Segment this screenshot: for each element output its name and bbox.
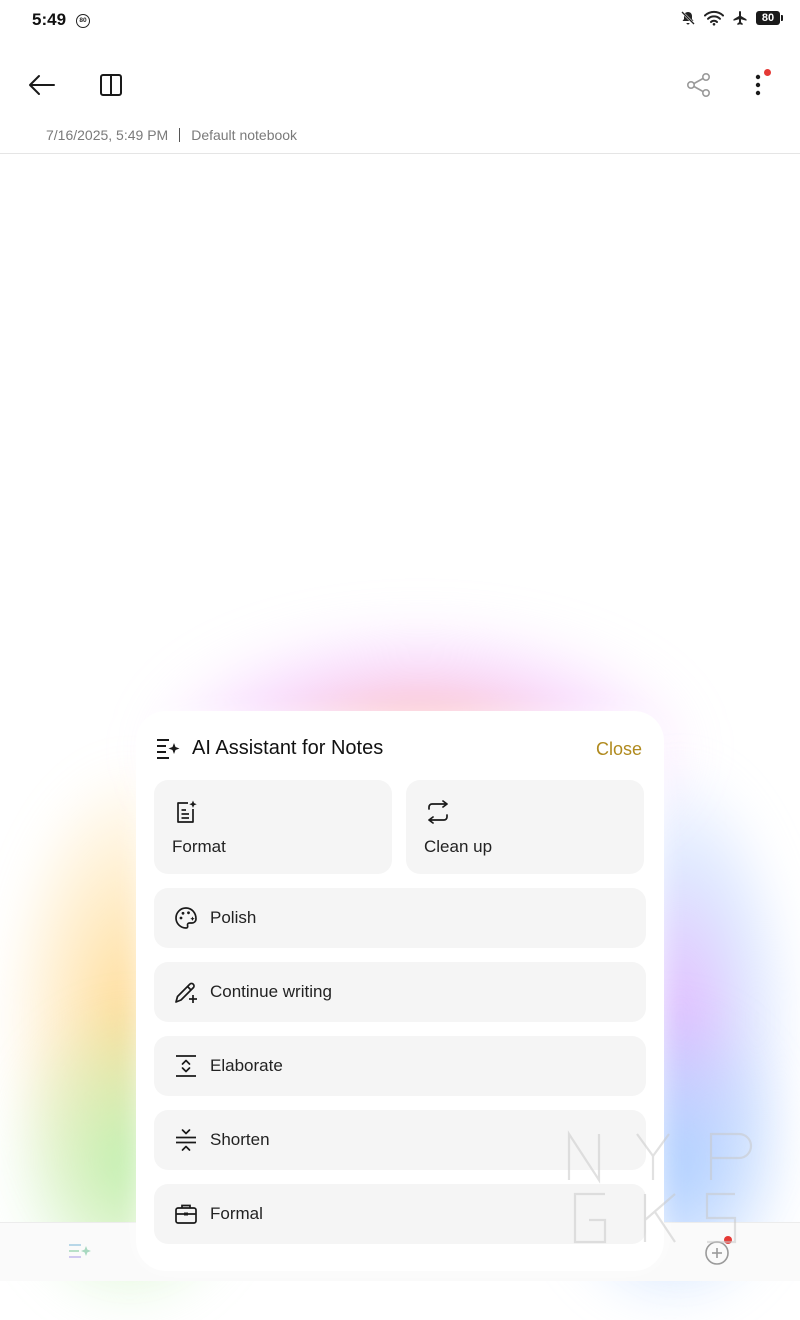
continue-writing-button[interactable]: Continue writing: [154, 962, 646, 1022]
airplane-icon: [733, 11, 747, 25]
clean-up-label: Clean up: [424, 837, 493, 856]
ai-assistant-icon[interactable]: [66, 1239, 92, 1265]
clean-up-icon: [428, 800, 448, 824]
expand-icon: [176, 1055, 196, 1077]
briefcase-icon: [175, 1204, 197, 1224]
shorten-label: Shorten: [210, 1130, 270, 1149]
status-icons: 80: [680, 10, 783, 26]
back-button[interactable]: [17, 60, 67, 110]
split-view-icon: [100, 74, 122, 96]
pencil-plus-icon: [175, 982, 197, 1003]
polish-label: Polish: [210, 908, 257, 927]
note-toolbar: [0, 60, 800, 110]
wifi-icon: [704, 10, 724, 26]
status-badge: 80: [76, 14, 90, 28]
arrow-left-icon: [29, 75, 55, 95]
muted-bell-icon: [681, 11, 695, 25]
ai-panel-title: AI Assistant for Notes: [192, 737, 384, 759]
polish-button[interactable]: Polish: [154, 888, 646, 948]
clean-up-button[interactable]: Clean up: [406, 780, 644, 874]
format-icon: [177, 800, 197, 823]
watermark-logo: [567, 1130, 753, 1244]
status-bar: 5:49 80 80: [0, 0, 800, 44]
ai-panel-header: AI Assistant for Notes Close: [136, 711, 664, 785]
note-datetime: 7/16/2025, 5:49 PM: [46, 127, 169, 143]
note-meta: 7/16/2025, 5:49 PM Default notebook: [46, 127, 297, 143]
more-options-button[interactable]: [733, 60, 783, 110]
compress-icon: [176, 1129, 196, 1151]
palette-icon: [175, 907, 197, 929]
share-icon: [686, 72, 710, 97]
elaborate-button[interactable]: Elaborate: [154, 1036, 646, 1096]
formal-label: Formal: [210, 1204, 263, 1223]
format-label: Format: [172, 837, 226, 856]
meta-separator: [179, 128, 181, 142]
continue-writing-label: Continue writing: [210, 982, 332, 1001]
battery-indicator: 80: [756, 11, 783, 25]
elaborate-label: Elaborate: [210, 1056, 283, 1075]
ai-assistant-icon: [157, 739, 180, 759]
split-view-button[interactable]: [86, 60, 136, 110]
close-button[interactable]: Close: [596, 739, 642, 760]
more-vertical-icon: [755, 74, 761, 96]
format-button[interactable]: Format: [154, 780, 392, 874]
share-button[interactable]: [674, 60, 724, 110]
notification-dot: [764, 69, 771, 76]
note-notebook[interactable]: Default notebook: [191, 127, 297, 143]
status-time: 5:49: [32, 10, 67, 29]
note-body[interactable]: [0, 154, 800, 694]
